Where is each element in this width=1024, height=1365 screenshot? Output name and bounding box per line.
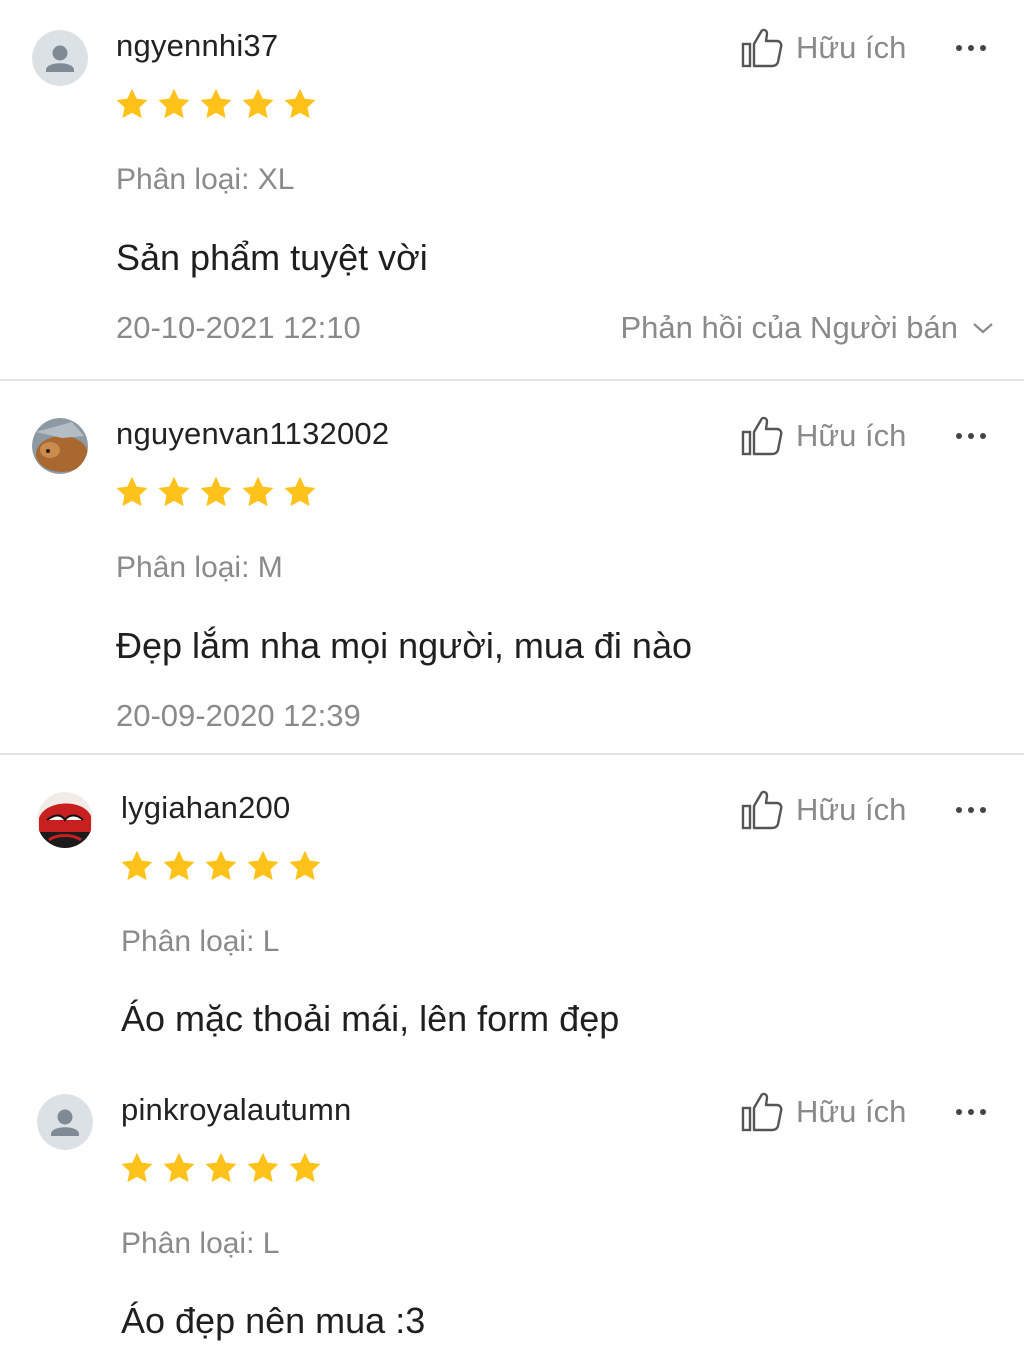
review-item: ngyennhi37 Phân loại: XL Sản phẩm tuyệt … [0,0,1024,380]
user-avatar[interactable] [32,418,88,474]
star-icon [284,476,316,507]
helpful-label: Hữu ích [796,792,907,827]
thumbs-up-icon [741,416,783,456]
star-icon [200,476,232,507]
username[interactable]: pinkroyalautumn [121,1092,351,1128]
star-icon [158,88,190,119]
user-avatar[interactable] [32,30,88,86]
star-icon [116,476,148,507]
review-item: lygiahan200 Phân loại: L Áo mặc thoải má… [0,755,1024,1055]
star-rating [119,848,323,888]
helpful-label: Hữu ích [796,1094,907,1129]
more-options-icon[interactable] [954,426,988,446]
review-comment: Sản phẩm tuyệt vời [116,237,428,278]
star-rating [119,1150,323,1190]
star-icon [200,88,232,119]
username[interactable]: lygiahan200 [121,790,290,826]
thumbs-up-icon [741,28,783,68]
thumbs-up-icon [741,790,783,830]
username[interactable]: ngyennhi37 [116,28,278,64]
more-options-icon[interactable] [954,38,988,58]
product-variation: Phân loại: M [116,551,283,584]
review-comment: Đẹp lắm nha mọi người, mua đi nào [116,625,692,666]
more-options-icon[interactable] [954,1102,988,1122]
star-icon [121,1152,153,1183]
thumbs-up-icon [741,1092,783,1132]
review-comment: Áo mặc thoải mái, lên form đẹp [121,998,620,1039]
star-rating [114,474,318,514]
seller-reply-label: Phản hồi của Người bán [620,310,958,345]
star-icon [289,1152,321,1183]
helpful-button[interactable]: Hữu ích [740,414,906,458]
helpful-label: Hữu ích [796,418,907,453]
star-icon [247,850,279,881]
default-user-icon [37,1094,93,1150]
star-icon [163,850,195,881]
star-rating [114,86,318,126]
review-item: pinkroyalautumn Phân loại: L Áo đẹp nên … [0,1057,1024,1365]
photo-avatar-image [37,792,93,848]
review-date: 20-09-2020 12:39 [116,698,361,733]
seller-reply-toggle[interactable]: Phản hồi của Người bán [620,310,994,346]
user-avatar[interactable] [37,1094,93,1150]
username[interactable]: nguyenvan1132002 [116,416,389,452]
chevron-down-icon [973,323,993,334]
more-options-icon[interactable] [954,800,988,820]
helpful-button[interactable]: Hữu ích [740,26,906,70]
star-icon [247,1152,279,1183]
product-variation: Phân loại: L [121,925,280,958]
star-icon [121,850,153,881]
user-avatar[interactable] [37,792,93,848]
star-icon [205,1152,237,1183]
review-comment: Áo đẹp nên mua :3 [121,1300,426,1341]
star-icon [284,88,316,119]
helpful-label: Hữu ích [796,30,907,65]
star-icon [242,476,274,507]
star-icon [163,1152,195,1183]
review-date: 20-10-2021 12:10 [116,310,361,345]
star-icon [242,88,274,119]
star-icon [205,850,237,881]
star-icon [116,88,148,119]
photo-avatar-image [32,418,88,474]
helpful-button[interactable]: Hữu ích [740,788,906,832]
review-item: nguyenvan1132002 Phân loại: M Đẹp lắm nh… [0,381,1024,753]
helpful-button[interactable]: Hữu ích [740,1090,906,1134]
star-icon [289,850,321,881]
star-icon [158,476,190,507]
default-user-icon [32,30,88,86]
product-variation: Phân loại: XL [116,163,295,196]
product-variation: Phân loại: L [121,1227,280,1260]
